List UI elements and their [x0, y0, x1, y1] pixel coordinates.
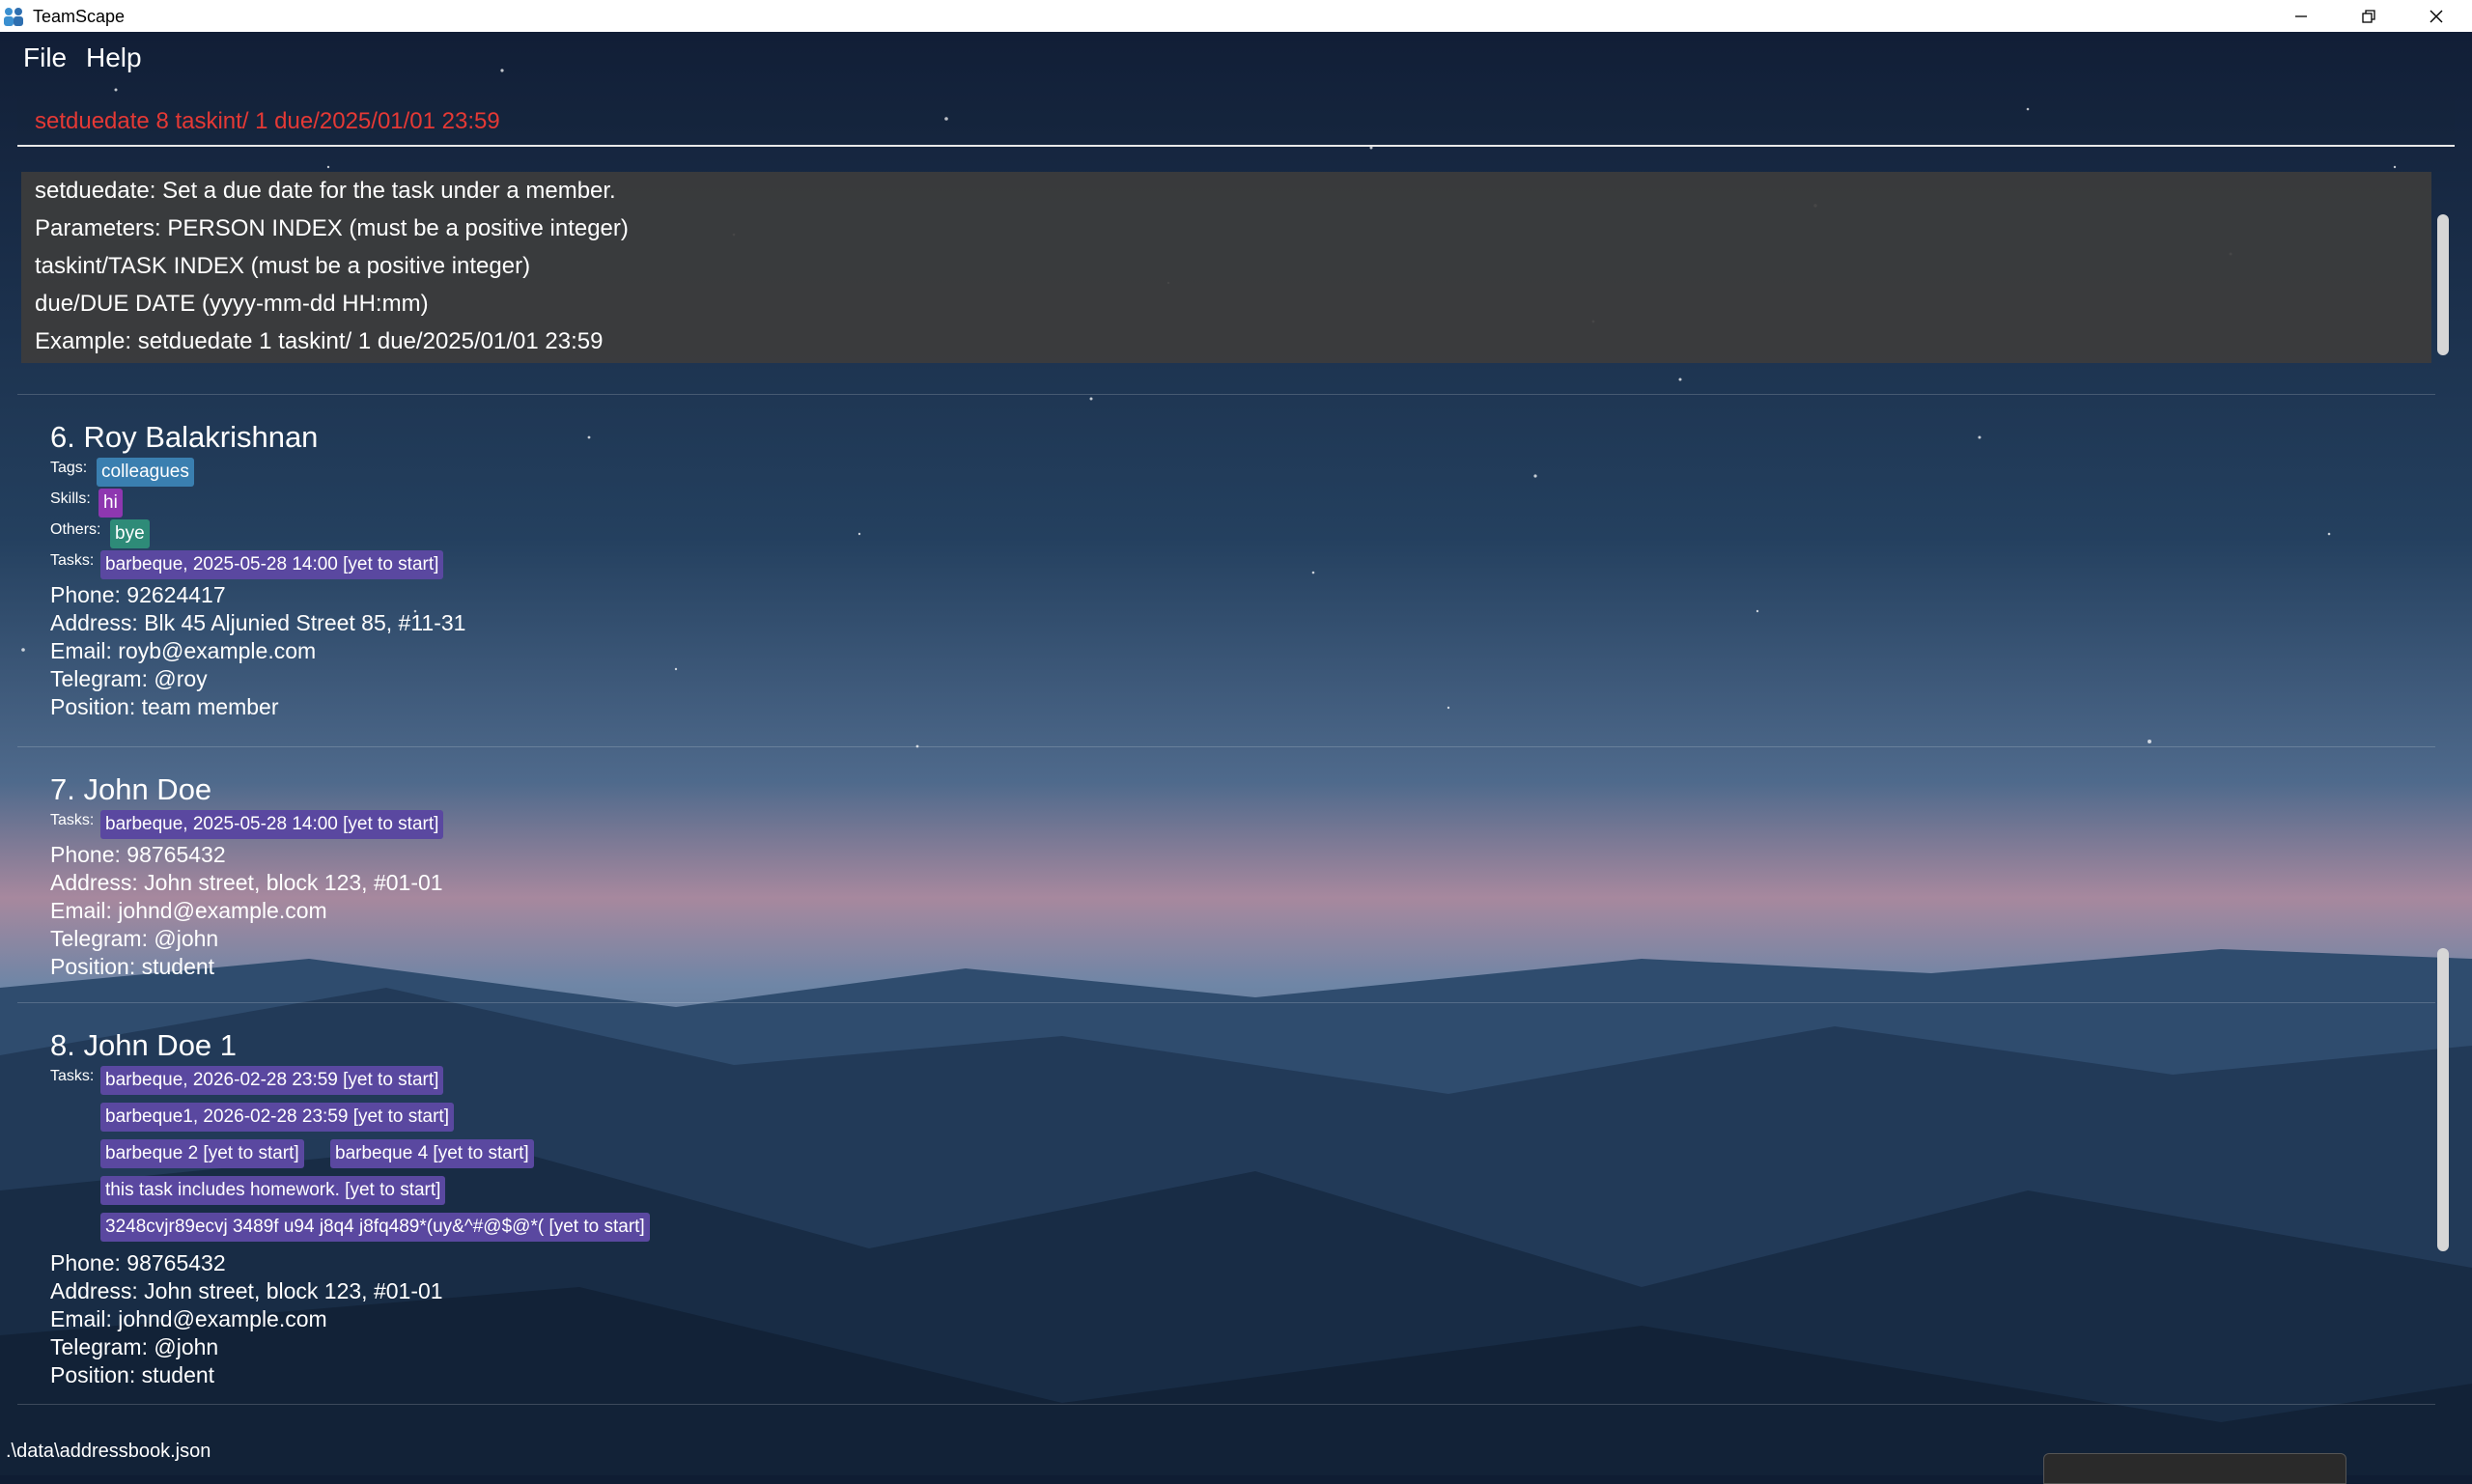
- tasks-label: Tasks:: [50, 552, 95, 569]
- task-chip: 3248cvjr89ecvj 3489f u94 j8q4 j8fq489*(u…: [100, 1213, 650, 1242]
- person-card[interactable]: 7. John Doe Tasks: barbeque, 2025-05-28 …: [50, 770, 444, 981]
- result-scrollbar[interactable]: [2437, 214, 2449, 355]
- result-line: due/DUE DATE (yyyy-mm-dd HH:mm): [35, 291, 429, 317]
- position-text: Position: student: [50, 1362, 215, 1387]
- email-text: Email: royb@example.com: [50, 638, 317, 663]
- status-panel-tab: [2043, 1453, 2346, 1484]
- list-divider: [17, 1002, 2435, 1003]
- tasks-label: Tasks:: [50, 1068, 95, 1084]
- position-text: Position: team member: [50, 694, 279, 719]
- result-line: Example: setduedate 1 taskint/ 1 due/202…: [35, 328, 604, 354]
- menu-file[interactable]: File: [23, 42, 67, 73]
- email-text: Email: johnd@example.com: [50, 1306, 327, 1331]
- task-chip: barbeque, 2026-02-28 23:59 [yet to start…: [100, 1066, 444, 1095]
- person-name: 8. John Doe 1: [50, 1028, 238, 1062]
- menu-bar: [0, 32, 2472, 84]
- tag-chip: colleagues: [97, 458, 194, 487]
- other-chip: bye: [110, 519, 150, 548]
- telegram-text: Telegram: @john: [50, 926, 219, 951]
- list-divider: [17, 394, 2435, 395]
- task-chip: barbeque, 2025-05-28 14:00 [yet to start…: [100, 810, 444, 839]
- person-name: 7. John Doe: [50, 772, 212, 806]
- address-text: Address: John street, block 123, #01-01: [50, 870, 443, 895]
- person-name: 6. Roy Balakrishnan: [50, 420, 319, 454]
- address-text: Address: Blk 45 Aljunied Street 85, #11-…: [50, 610, 466, 635]
- phone-text: Phone: 98765432: [50, 842, 226, 867]
- minimize-icon: [2295, 14, 2307, 17]
- position-text: Position: student: [50, 954, 215, 979]
- team-icon: [4, 8, 23, 26]
- task-chip: barbeque, 2025-05-28 14:00 [yet to start…: [100, 550, 444, 579]
- status-file-path: .\data\addressbook.json: [6, 1441, 211, 1462]
- tasks-row-continued: barbeque 2 [yet to start] barbeque 4 [ye…: [50, 1139, 534, 1176]
- task-chip: barbeque1, 2026-02-28 23:59 [yet to star…: [100, 1103, 454, 1132]
- tasks-label: Tasks:: [50, 812, 95, 828]
- result-line: Parameters: PERSON INDEX (must be a posi…: [35, 215, 629, 241]
- close-icon: [2430, 10, 2443, 22]
- person-card[interactable]: 6. Roy Balakrishnan Tags: colleagues Ski…: [50, 417, 465, 721]
- others-label: Others:: [50, 521, 101, 538]
- result-display: setduedate: Set a due date for the task …: [21, 172, 2431, 363]
- others-row: Others: bye: [50, 519, 465, 550]
- minimize-button[interactable]: [2267, 0, 2335, 32]
- menu-help[interactable]: Help: [86, 42, 142, 73]
- task-chip: barbeque 4 [yet to start]: [330, 1139, 534, 1168]
- tags-row: Tags: colleagues: [50, 458, 465, 489]
- phone-text: Phone: 92624417: [50, 582, 226, 607]
- restore-button[interactable]: [2335, 0, 2402, 32]
- window-title: TeamScape: [33, 7, 126, 26]
- telegram-text: Telegram: @roy: [50, 666, 208, 691]
- email-text: Email: johnd@example.com: [50, 898, 327, 923]
- close-button[interactable]: [2402, 0, 2470, 32]
- list-divider: [17, 1404, 2435, 1405]
- tags-label: Tags:: [50, 460, 88, 476]
- result-line: taskint/TASK INDEX (must be a positive i…: [35, 253, 531, 279]
- tasks-row: Tasks: barbeque, 2025-05-28 14:00 [yet t…: [50, 550, 465, 581]
- person-card[interactable]: 8. John Doe 1 Tasks: barbeque, 2026-02-2…: [50, 1025, 650, 1389]
- window-titlebar: TeamScape: [0, 0, 2472, 32]
- person-list-scrollbar[interactable]: [2437, 948, 2449, 1251]
- skills-row: Skills: hi: [50, 489, 465, 519]
- skill-chip: hi: [98, 489, 123, 518]
- skills-label: Skills:: [50, 490, 91, 507]
- task-chip: barbeque 2 [yet to start]: [100, 1139, 304, 1168]
- command-input[interactable]: setduedate 8 taskint/ 1 due/2025/01/01 2…: [17, 97, 2455, 147]
- restore-icon: [2362, 9, 2375, 23]
- list-divider: [17, 746, 2435, 747]
- telegram-text: Telegram: @john: [50, 1334, 219, 1359]
- tasks-row-continued: this task includes homework. [yet to sta…: [50, 1176, 446, 1213]
- result-line: setduedate: Set a due date for the task …: [35, 178, 616, 204]
- address-text: Address: John street, block 123, #01-01: [50, 1278, 443, 1303]
- tasks-row-continued: 3248cvjr89ecvj 3489f u94 j8q4 j8fq489*(u…: [50, 1213, 650, 1249]
- tasks-row: Tasks: barbeque, 2025-05-28 14:00 [yet t…: [50, 810, 444, 841]
- task-chip: this task includes homework. [yet to sta…: [100, 1176, 446, 1205]
- tasks-row-continued: barbeque1, 2026-02-28 23:59 [yet to star…: [50, 1103, 454, 1139]
- phone-text: Phone: 98765432: [50, 1250, 226, 1275]
- tasks-row: Tasks: barbeque, 2026-02-28 23:59 [yet t…: [50, 1066, 444, 1103]
